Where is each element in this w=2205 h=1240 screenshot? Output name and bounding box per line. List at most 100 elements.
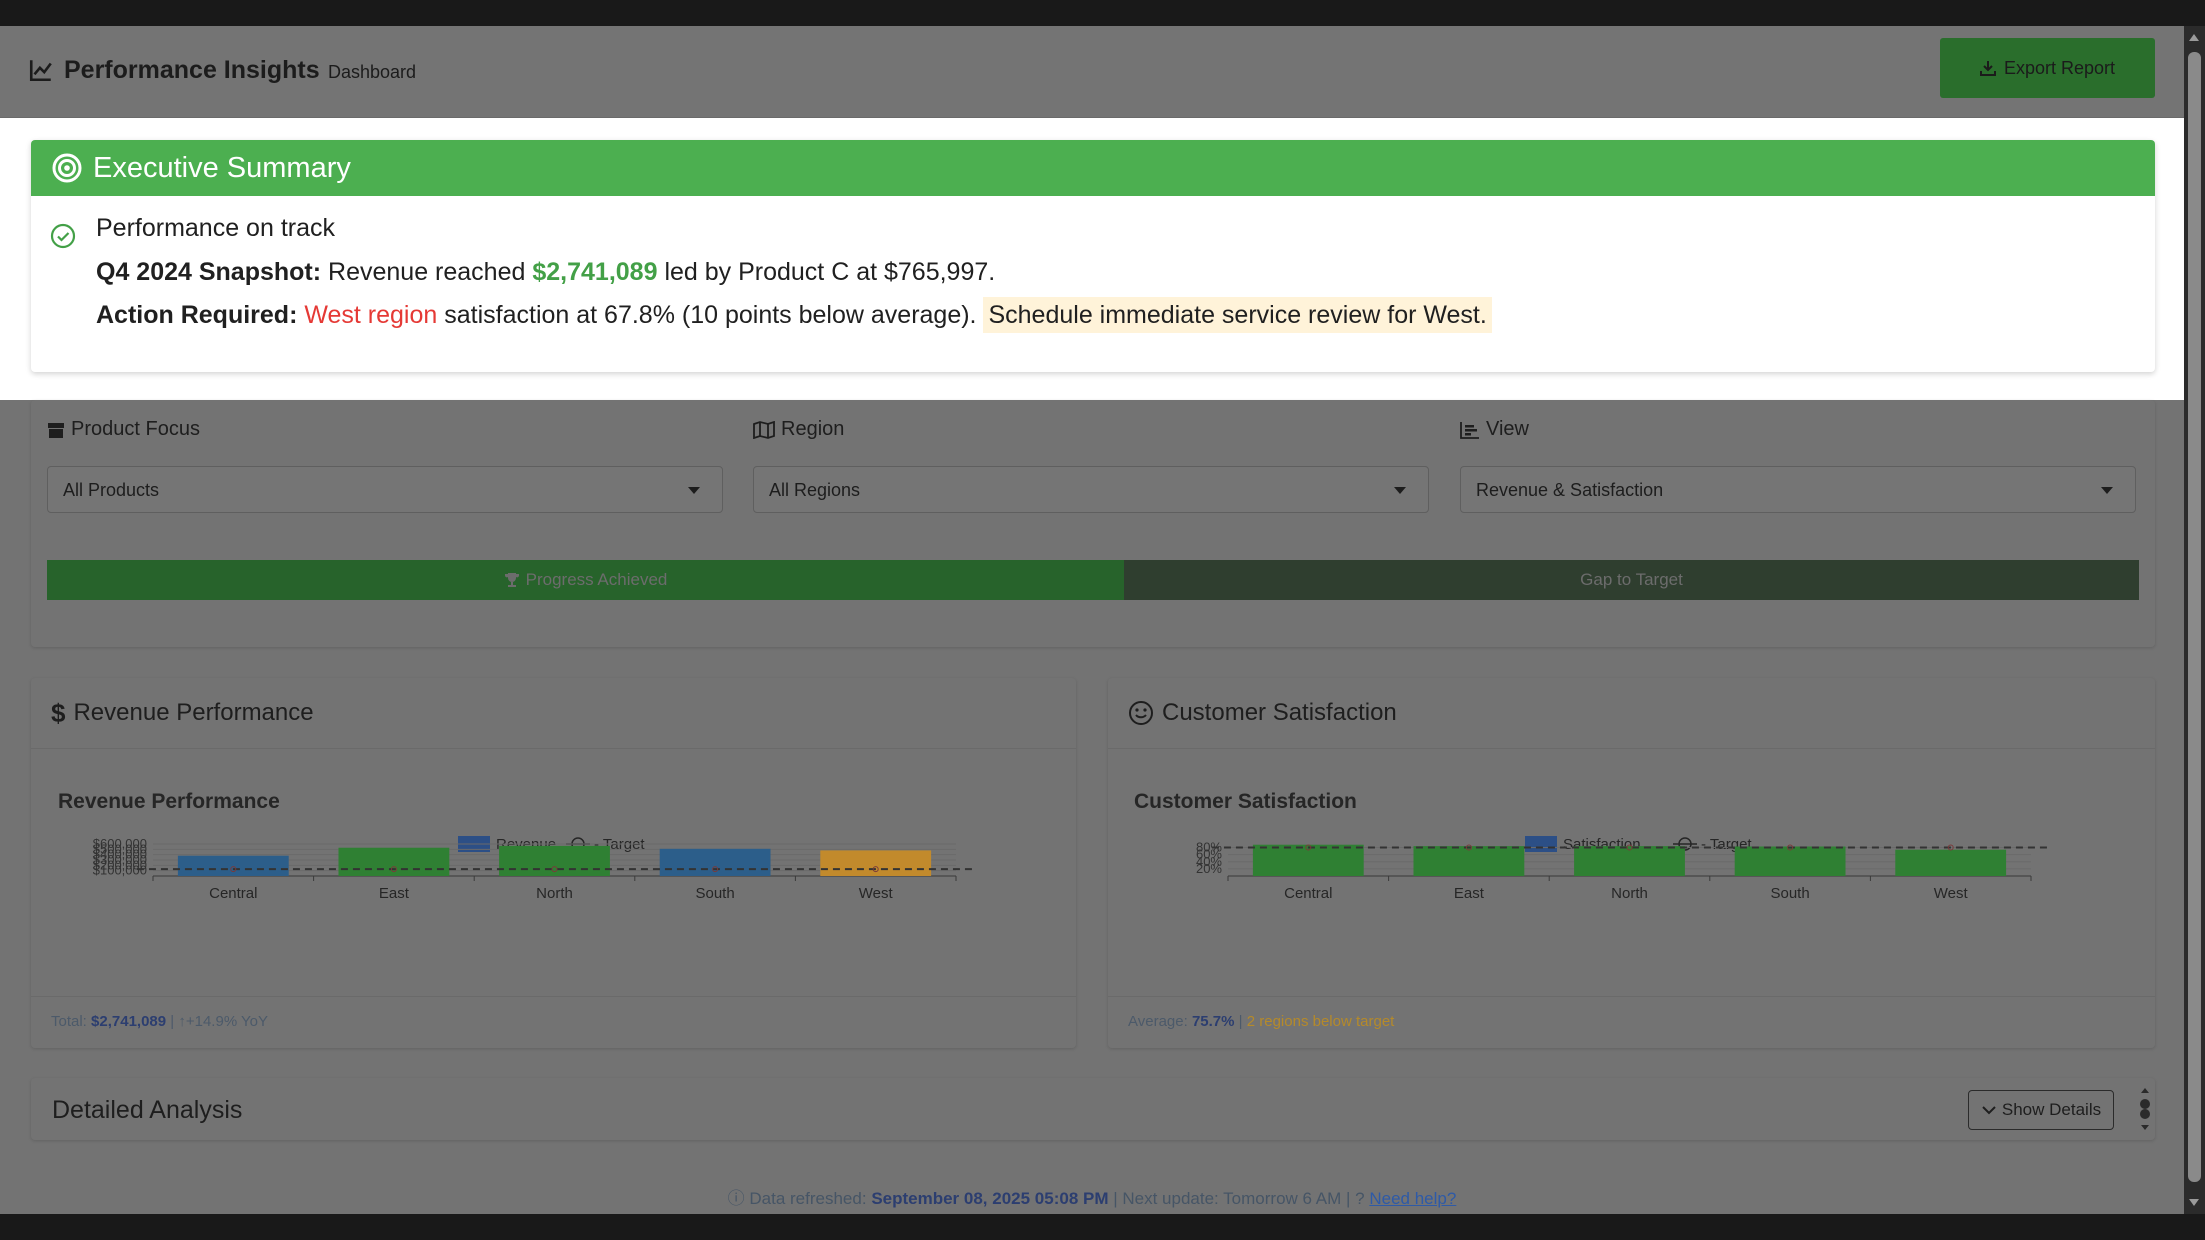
product-select[interactable]: All Products (47, 466, 723, 513)
view-text: View (1486, 418, 1529, 440)
progress-achieved-label: Progress Achieved (47, 560, 1124, 600)
x-tick-label: East (379, 885, 410, 902)
revenue-footer-sep: | (170, 1013, 175, 1030)
satisfaction-panel-title: Customer Satisfaction (1162, 699, 1397, 726)
export-report-label: Export Report (2003, 57, 2116, 78)
x-tick-label: East (1454, 885, 1485, 902)
bar-west (1895, 849, 2007, 876)
divider (31, 996, 1076, 997)
divider (1108, 996, 2155, 997)
top-navbar: Performance Insights Dashboard Export Re… (0, 26, 2184, 123)
revenue-footer-total: $2,741,089 (91, 1013, 167, 1030)
detailed-analysis-panel: Detailed Analysis Show Details (31, 1078, 2155, 1140)
scroll-up-icon[interactable] (2189, 34, 2199, 41)
region-select[interactable]: All Regions (753, 466, 1429, 513)
box-icon (48, 422, 64, 438)
action-region: West region (304, 301, 438, 329)
tab-dashboard[interactable]: Dashboard (323, 48, 421, 123)
browser-frame: Performance Insights Dashboard Export Re… (0, 0, 2205, 1240)
x-tick-label: West (1934, 885, 1969, 902)
progress-gap-text: Gap to Target (1580, 570, 1683, 589)
action-line: Action Required: West region satisfactio… (96, 297, 2155, 333)
satisfaction-footer: Average: 75.7% | 2 regions below target (1128, 1013, 1394, 1030)
revenue-footer: Total: $2,741,089 | ↑+14.9% YoY (51, 1013, 268, 1030)
filters-panel: Product Focus All Products Region All Re… (31, 400, 2155, 647)
download-icon (1979, 61, 1996, 76)
check-circle-icon (50, 223, 76, 249)
satisfaction-footer-warn: 2 regions below target (1246, 1013, 1395, 1030)
detailed-analysis-title: Detailed Analysis (52, 1096, 243, 1124)
footer-prefix: Data refreshed: (749, 1189, 867, 1208)
progress-gap-label: Gap to Target (1124, 560, 2139, 600)
status-text: Performance on track (96, 214, 335, 242)
chart-title: Revenue Performance (58, 790, 280, 813)
export-report-button[interactable]: Export Report (1940, 38, 2155, 98)
target-progress-bar: Progress Achieved Gap to Target (47, 560, 2139, 600)
action-label: Action Required: (96, 301, 298, 329)
page-scrollbar[interactable] (2184, 26, 2205, 1214)
x-tick-label: West (859, 885, 894, 902)
line-chart-icon (29, 60, 52, 82)
revenue-chart: Revenue PerformanceRevenue- Target$100,0… (58, 790, 973, 902)
progress-achieved-text: Progress Achieved (525, 570, 668, 589)
scrollbar-thumb[interactable] (2188, 52, 2201, 1182)
satisfaction-footer-prefix: Average: (1128, 1013, 1188, 1030)
revenue-panel-title: Revenue Performance (73, 699, 314, 726)
trophy-icon (504, 573, 519, 587)
target-icon (52, 153, 82, 183)
revenue-value: $2,741,089 (532, 258, 658, 286)
show-details-label: Show Details (2001, 1100, 2102, 1119)
product-focus-label: Product Focus (47, 418, 200, 441)
x-tick-label: North (536, 885, 573, 902)
satisfaction-chart: Customer SatisfactionSatisfaction - Targe… (1134, 790, 2048, 902)
region-label: Region (753, 418, 844, 441)
help-icon: ? (1355, 1189, 1365, 1208)
bar-chart-icon (1460, 421, 1479, 439)
action-highlight: Schedule immediate service review for We… (983, 297, 1492, 333)
revenue-footer-yoy: +14.9% YoY (185, 1013, 269, 1030)
inner-scrollbar[interactable] (2139, 1086, 2151, 1132)
page-viewport: Performance Insights Dashboard Export Re… (0, 26, 2184, 1214)
smile-icon (1129, 701, 1153, 725)
arrow-up-icon: ↑ (178, 1013, 186, 1030)
bar-east (1413, 846, 1525, 876)
bar-south (1734, 846, 1846, 876)
chevron-down-icon (1394, 487, 1406, 494)
help-link[interactable]: Need help? (1369, 1189, 1456, 1208)
snapshot-text-2: led by Product C at $765,997. (664, 258, 996, 286)
satisfaction-panel-header: Customer Satisfaction (1128, 678, 1397, 748)
revenue-panel-header: $ Revenue Performance (51, 678, 314, 748)
chart-title: Customer Satisfaction (1134, 790, 1357, 813)
map-icon (753, 420, 775, 439)
brand-title: Performance Insights (64, 55, 320, 84)
executive-summary-header: Executive Summary (31, 140, 2155, 196)
region-text: Region (781, 418, 845, 440)
executive-summary-title: Executive Summary (93, 151, 351, 184)
satisfaction-footer-sep: | (1238, 1013, 1243, 1030)
product-focus-text: Product Focus (71, 418, 200, 440)
brand[interactable]: Performance Insights (28, 52, 320, 88)
page-footer: ⓘ Data refreshed: September 08, 2025 05:… (0, 1184, 2184, 1209)
chevron-down-icon (1982, 1106, 1996, 1115)
chevron-down-icon (688, 487, 700, 494)
legend-swatch-satisfaction (1525, 836, 1557, 852)
satisfaction-panel: Customer Satisfaction Customer Satisfact… (1108, 678, 2155, 1048)
executive-summary-card: Executive Summary Performance on track Q… (31, 140, 2155, 372)
snapshot-label: Q4 2024 Snapshot: (96, 258, 322, 286)
x-tick-label: Central (1284, 885, 1332, 902)
x-tick-label: South (695, 885, 734, 902)
show-details-button[interactable]: Show Details (1968, 1090, 2114, 1130)
bar-central (1252, 844, 1364, 876)
executive-summary-section: Executive Summary Performance on track Q… (0, 118, 2184, 400)
executive-summary-body: Performance on track Q4 2024 Snapshot: R… (31, 196, 2155, 333)
info-icon: ⓘ (727, 1189, 745, 1208)
footer-date: September 08, 2025 05:08 PM (871, 1189, 1109, 1208)
footer-middle: | Next update: Tomorrow 6 AM | (1113, 1189, 1351, 1208)
revenue-panel: $ Revenue Performance Revenue Performanc… (31, 678, 1076, 1048)
satisfaction-footer-avg: 75.7% (1191, 1013, 1235, 1030)
view-select[interactable]: Revenue & Satisfaction (1460, 466, 2136, 513)
view-select-value: Revenue & Satisfaction (1476, 480, 1664, 500)
product-select-value: All Products (63, 480, 160, 500)
scroll-down-icon[interactable] (2189, 1199, 2199, 1206)
action-text: satisfaction at 67.8% (10 points below a… (444, 301, 977, 329)
